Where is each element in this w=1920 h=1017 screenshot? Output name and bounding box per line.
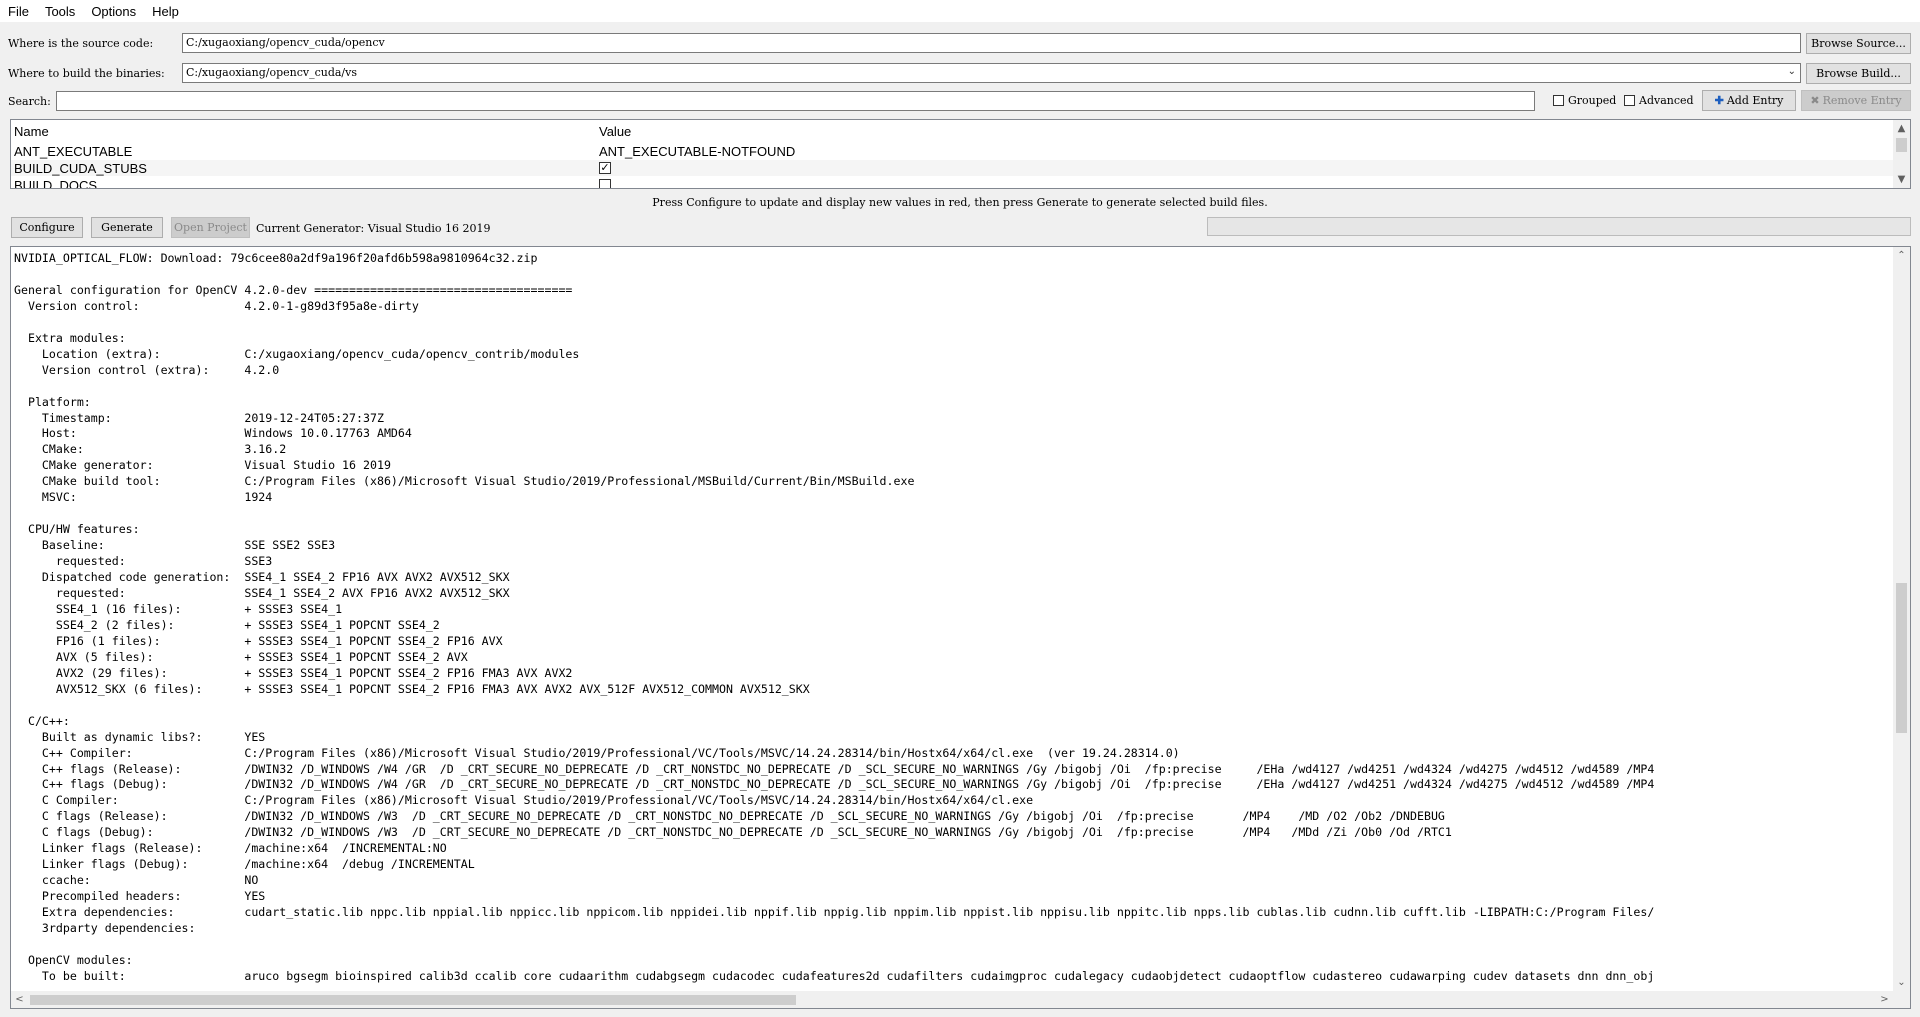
scroll-thumb[interactable] [30, 995, 796, 1005]
plus-icon: ✚ [1714, 94, 1724, 107]
menu-help[interactable]: Help [144, 4, 187, 19]
cache-entries-table[interactable]: Name Value ANT_EXECUTABLE ANT_EXECUTABLE… [10, 119, 1911, 189]
scroll-up-icon[interactable]: ▲ [1893, 120, 1910, 137]
table-row[interactable]: ANT_EXECUTABLE ANT_EXECUTABLE-NOTFOUND [11, 143, 1893, 159]
row-value-checkbox[interactable] [599, 179, 611, 188]
browse-build-button[interactable]: Browse Build... [1806, 63, 1911, 84]
scroll-left-icon[interactable]: < [11, 991, 28, 1008]
row-value-checkbox[interactable]: ✓ [599, 162, 611, 174]
menu-tools[interactable]: Tools [37, 4, 83, 19]
configure-hint: Press Configure to update and display ne… [652, 196, 1268, 209]
chevron-down-icon[interactable]: ⌄ [1788, 66, 1796, 77]
row-name: BUILD_CUDA_STUBS [14, 160, 147, 176]
source-path-input[interactable]: C:/xugaoxiang/opencv_cuda/opencv [182, 33, 1801, 53]
row-name: ANT_EXECUTABLE [14, 143, 133, 159]
table-vertical-scrollbar[interactable]: ▲ ▼ [1893, 120, 1910, 188]
generate-button[interactable]: Generate [91, 217, 163, 238]
column-header-value[interactable]: Value [599, 124, 631, 139]
output-log[interactable]: NVIDIA_OPTICAL_FLOW: Download: 79c6cee80… [10, 246, 1911, 1009]
table-row[interactable]: BUILD_DOCS [11, 177, 1893, 189]
output-vertical-scrollbar[interactable]: ⌃ ⌄ [1893, 247, 1910, 991]
open-project-button[interactable]: Open Project [171, 217, 250, 238]
remove-icon: ✖ [1810, 94, 1820, 107]
scroll-right-icon[interactable]: > [1876, 991, 1893, 1008]
scroll-down-icon[interactable]: ⌄ [1893, 974, 1910, 991]
scroll-down-icon[interactable]: ▼ [1893, 171, 1910, 188]
output-horizontal-scrollbar[interactable]: < > [11, 991, 1910, 1008]
search-input[interactable] [56, 91, 1535, 111]
source-path-value: C:/xugaoxiang/opencv_cuda/opencv [186, 36, 385, 49]
table-row[interactable]: BUILD_CUDA_STUBS ✓ [11, 160, 1893, 176]
add-entry-label: Add Entry [1726, 94, 1784, 107]
output-log-text: NVIDIA_OPTICAL_FLOW: Download: 79c6cee80… [14, 251, 1655, 983]
build-path-value: C:/xugaoxiang/opencv_cuda/vs [186, 66, 357, 79]
current-generator: Current Generator: Visual Studio 16 2019 [256, 222, 491, 235]
search-label: Search: [8, 95, 51, 108]
table-header: Name Value [11, 120, 1910, 142]
advanced-checkbox-box[interactable] [1624, 95, 1635, 106]
row-name: BUILD_DOCS [14, 177, 98, 189]
remove-entry-label: Remove Entry [1822, 94, 1902, 107]
build-label: Where to build the binaries: [8, 67, 165, 80]
checkbox-unchecked[interactable] [599, 179, 611, 188]
add-entry-button[interactable]: ✚ Add Entry [1702, 90, 1796, 111]
browse-source-button[interactable]: Browse Source... [1806, 33, 1911, 54]
scroll-up-icon[interactable]: ⌃ [1893, 247, 1910, 264]
menu-file[interactable]: File [0, 4, 37, 19]
grouped-checkbox-box[interactable] [1553, 95, 1564, 106]
checkbox-checked[interactable]: ✓ [599, 162, 611, 174]
progress-bar [1207, 217, 1911, 236]
row-value[interactable]: ANT_EXECUTABLE-NOTFOUND [599, 144, 795, 159]
configure-button[interactable]: Configure [11, 217, 83, 238]
grouped-checkbox[interactable]: Grouped [1553, 94, 1616, 107]
menu-bar: File Tools Options Help [0, 0, 1920, 22]
advanced-checkbox[interactable]: Advanced [1624, 94, 1694, 107]
menu-options[interactable]: Options [83, 4, 144, 19]
source-label: Where is the source code: [8, 37, 154, 50]
advanced-label: Advanced [1639, 94, 1694, 107]
remove-entry-button[interactable]: ✖ Remove Entry [1801, 90, 1911, 111]
scroll-thumb[interactable] [1896, 583, 1907, 733]
build-path-combobox[interactable]: C:/xugaoxiang/opencv_cuda/vs ⌄ [182, 63, 1801, 83]
scroll-thumb[interactable] [1896, 138, 1907, 152]
grouped-label: Grouped [1568, 94, 1617, 107]
column-header-name[interactable]: Name [14, 124, 49, 139]
